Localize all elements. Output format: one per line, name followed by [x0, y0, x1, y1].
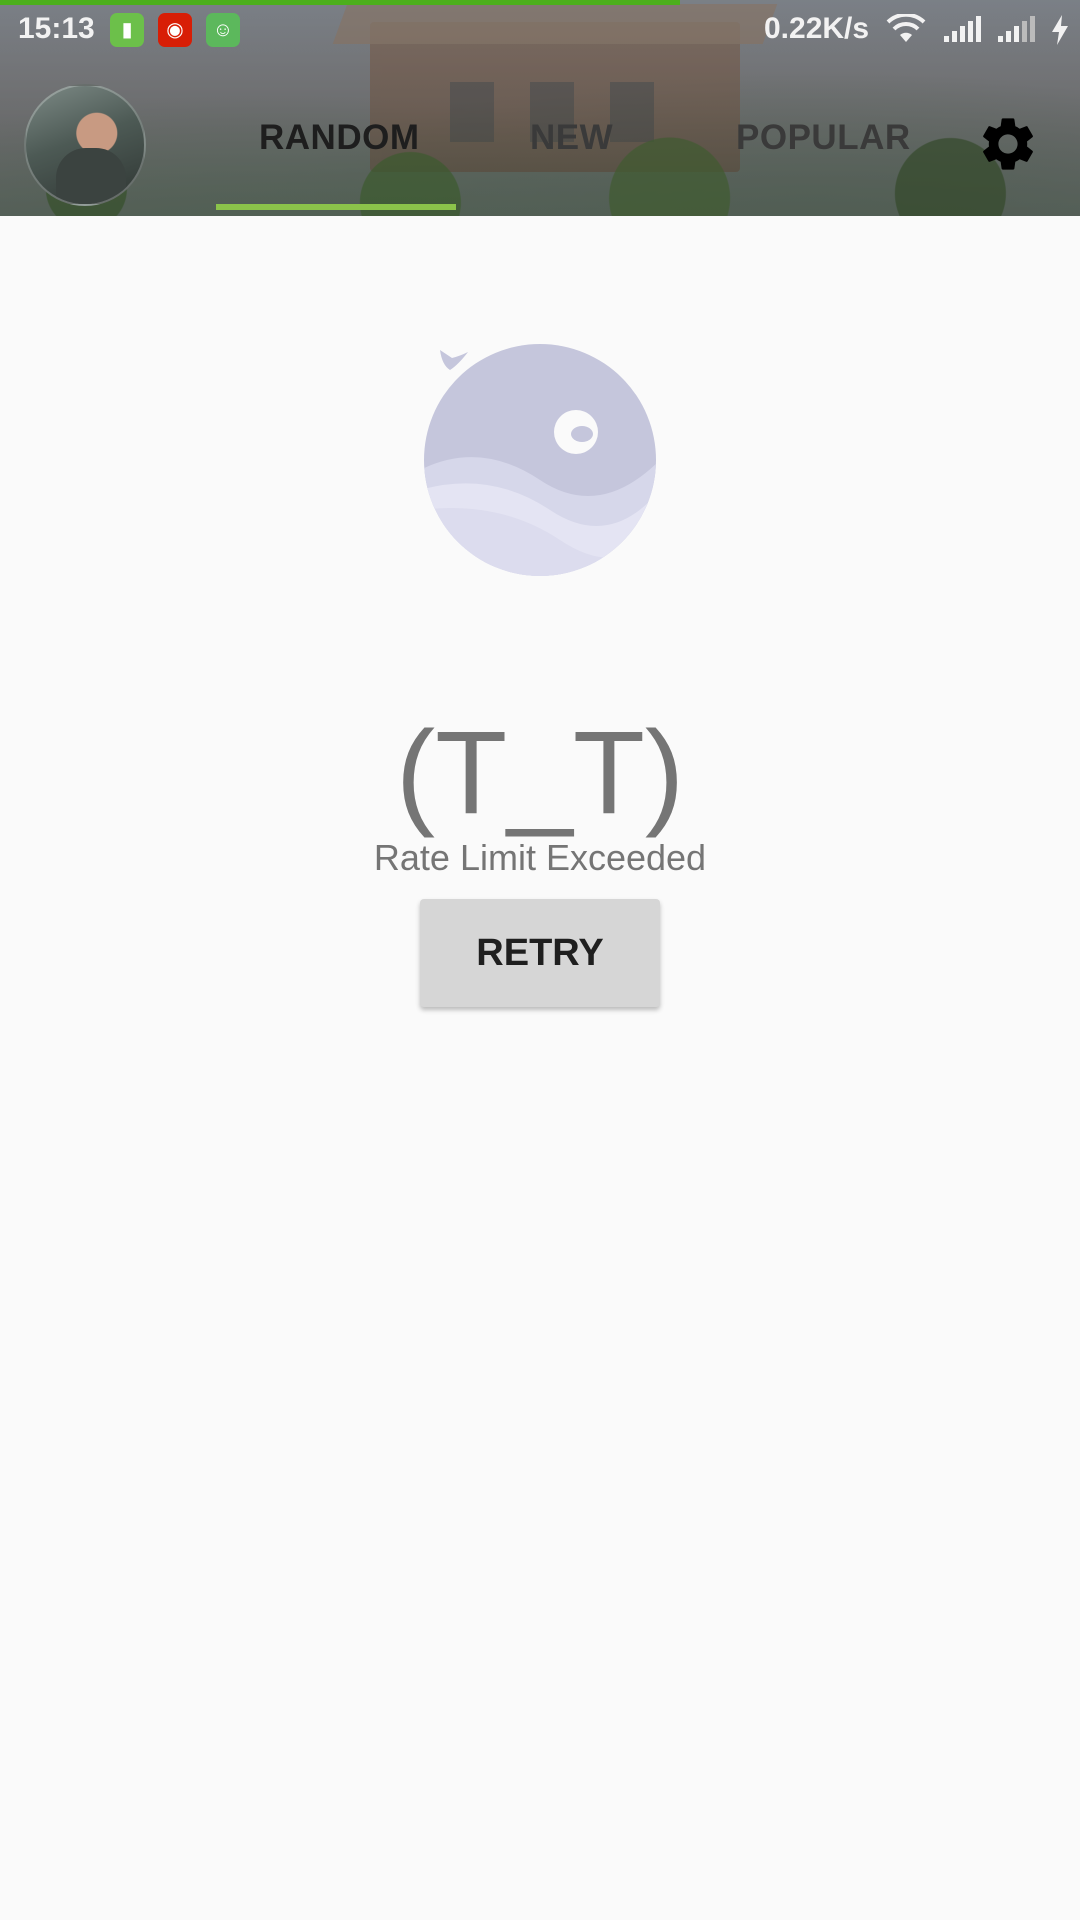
retry-button[interactable]: RETRY [420, 899, 660, 1007]
tab-new[interactable]: NEW [530, 118, 613, 158]
error-emoticon: (T_T) [395, 707, 685, 839]
wifi-icon [886, 14, 926, 42]
battery-saver-app-icon: ▮ [110, 13, 144, 47]
network-speed: 0.22K/s [764, 12, 870, 45]
app-header: 15:13 ▮ ◉ ☺ 0.22K/s RANDOM NEW POPULAR [0, 0, 1080, 216]
tab-selected-indicator [216, 204, 456, 210]
whale-icon [424, 344, 656, 576]
netease-music-app-icon: ◉ [158, 13, 192, 47]
gear-icon[interactable] [976, 112, 1040, 176]
user-avatar[interactable] [24, 84, 146, 206]
signal-icon [944, 16, 981, 42]
android-app-icon: ☺ [206, 13, 240, 47]
status-time: 15:13 [18, 12, 95, 45]
tab-popular[interactable]: POPULAR [736, 118, 911, 158]
status-bar: 15:13 ▮ ◉ ☺ 0.22K/s [0, 0, 1080, 60]
signal-icon [998, 16, 1035, 42]
charging-icon [1052, 15, 1068, 45]
tab-random[interactable]: RANDOM [259, 118, 419, 158]
error-message: Rate Limit Exceeded [373, 837, 707, 878]
